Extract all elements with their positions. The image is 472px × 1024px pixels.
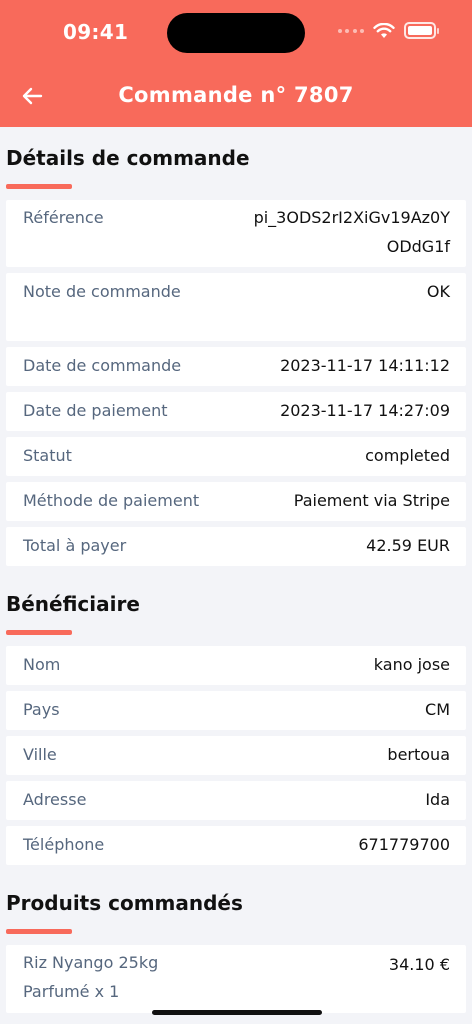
row-status: Statut completed <box>6 437 466 476</box>
row-label: Ville <box>23 745 57 764</box>
battery-icon <box>404 22 439 39</box>
signal-icon <box>338 27 364 35</box>
row-label: Date de commande <box>23 356 182 375</box>
product-price: 34.10 € <box>388 955 450 974</box>
status-time: 09:41 <box>63 20 129 44</box>
row-name: Nom kano jose <box>6 646 466 685</box>
row-label: Téléphone <box>23 835 105 854</box>
row-value: completed <box>365 446 450 465</box>
row-order-note: Note de commande OK <box>6 273 466 341</box>
row-label: Statut <box>23 446 72 465</box>
row-label: Référence <box>23 208 104 227</box>
row-value: Paiement via Stripe <box>293 491 450 510</box>
row-country: Pays CM <box>6 691 466 730</box>
arrow-left-icon <box>22 87 43 105</box>
section-title-details: Détails de commande <box>6 146 250 170</box>
wifi-icon <box>373 22 395 38</box>
row-value: 671779700 <box>358 835 450 854</box>
row-payment-date: Date de paiement 2023-11-17 14:27:09 <box>6 392 466 431</box>
product-name-line2: Parfumé x 1 <box>23 982 120 1001</box>
row-label: Note de commande <box>23 282 181 301</box>
row-label: Total à payer <box>23 536 127 555</box>
row-value: kano jose <box>373 655 450 674</box>
row-label: Nom <box>23 655 61 674</box>
section-title-products: Produits commandés <box>6 891 243 915</box>
row-phone: Téléphone 671779700 <box>6 826 466 865</box>
row-payment-method: Méthode de paiement Paiement via Stripe <box>6 482 466 521</box>
row-value: bertoua <box>387 745 450 764</box>
row-label: Méthode de paiement <box>23 491 200 510</box>
order-details-screen: 09:41 Commande n° 7807 Détails de comman… <box>0 0 472 1024</box>
status-icons <box>338 22 439 39</box>
dynamic-island <box>167 13 305 53</box>
row-reference: Référence pi_3ODS2rI2XiGv19Az0Y ODdG1f <box>6 200 466 267</box>
row-label: Date de paiement <box>23 401 168 420</box>
row-value: 2023-11-17 14:27:09 <box>280 401 450 420</box>
home-indicator[interactable] <box>152 1010 322 1015</box>
page-title: Commande n° 7807 <box>118 83 354 107</box>
row-value-line2: ODdG1f <box>386 237 450 256</box>
section-underline <box>6 929 72 934</box>
row-value: 2023-11-17 14:11:12 <box>280 356 450 375</box>
row-value-line1: pi_3ODS2rI2XiGv19Az0Y <box>253 208 450 227</box>
row-label: Adresse <box>23 790 87 809</box>
row-value: 42.59 EUR <box>366 536 450 555</box>
row-city: Ville bertoua <box>6 736 466 775</box>
row-label: Pays <box>23 700 60 719</box>
app-header: 09:41 Commande n° 7807 <box>0 0 472 127</box>
row-order-date: Date de commande 2023-11-17 14:11:12 <box>6 347 466 386</box>
row-value: OK <box>426 282 450 301</box>
section-underline <box>6 630 72 635</box>
product-item[interactable]: Riz Nyango 25kg Parfumé x 1 34.10 € <box>6 945 466 1013</box>
row-total: Total à payer 42.59 EUR <box>6 527 466 566</box>
row-address: Adresse Ida <box>6 781 466 820</box>
section-underline <box>6 184 72 189</box>
row-value: CM <box>425 700 450 719</box>
back-button[interactable] <box>18 82 46 110</box>
section-title-beneficiary: Bénéficiaire <box>6 592 140 616</box>
row-value: Ida <box>425 790 450 809</box>
product-name-line1: Riz Nyango 25kg <box>23 953 159 972</box>
